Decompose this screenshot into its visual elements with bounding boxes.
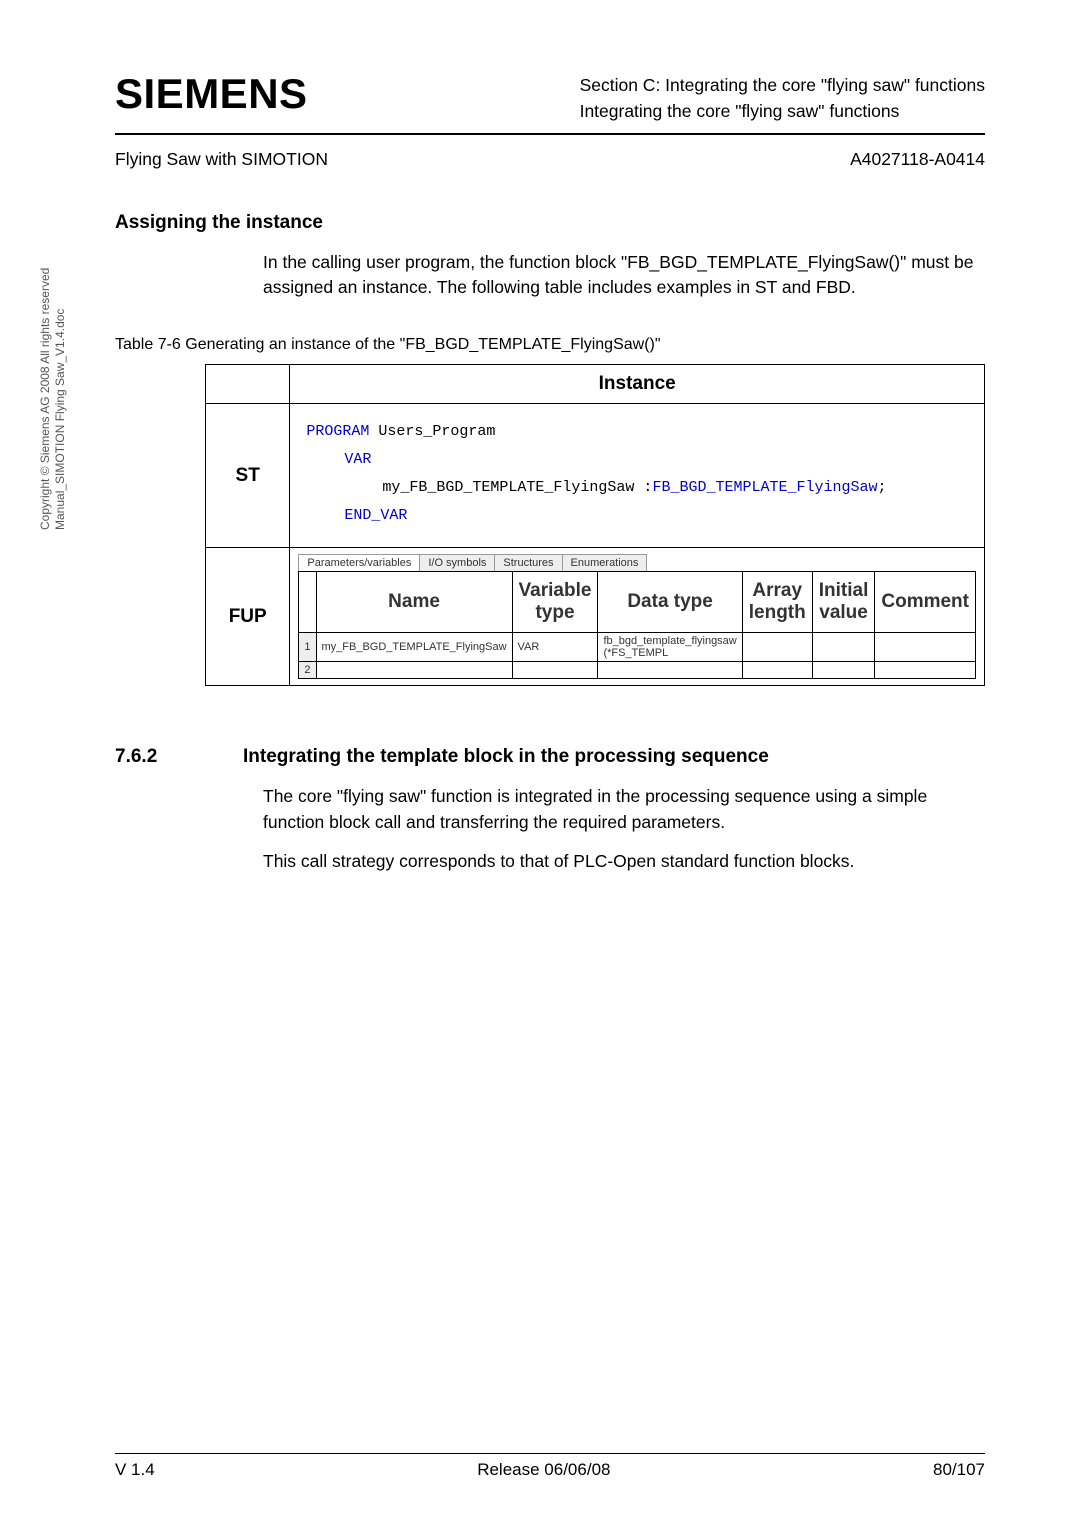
header-line-2: Integrating the core "flying saw" functi…	[580, 98, 985, 124]
subheader: Flying Saw with SIMOTION A4027118-A0414	[115, 149, 985, 170]
instance-table-row-st: ST PROGRAM Users_Program VAR my_FB_BGD_T…	[206, 404, 985, 548]
fup-cell-empty[interactable]	[316, 662, 512, 679]
fup-col-vartype: Variable type	[512, 572, 598, 633]
paragraph-seq-1: The core "flying saw" function is integr…	[263, 784, 985, 835]
side-copyright: Copyright © Siemens AG 2008 All rights r…	[38, 268, 68, 530]
footer-page: 80/107	[933, 1460, 985, 1480]
fup-tab-enumerations[interactable]: Enumerations	[562, 554, 648, 571]
footer-line: V 1.4 Release 06/06/08 80/107	[115, 1454, 985, 1480]
row-content-fup: Parameters/variables I/O symbols Structu…	[290, 548, 985, 686]
heading-assigning-instance: Assigning the instance	[115, 212, 985, 234]
fup-cell-name[interactable]: my_FB_BGD_TEMPLATE_FlyingSaw	[316, 633, 512, 662]
instance-table: Instance ST PROGRAM Users_Program VAR my…	[205, 364, 985, 686]
instance-table-header-instance: Instance	[290, 365, 985, 404]
instance-table-header-blank	[206, 365, 290, 404]
footer: V 1.4 Release 06/06/08 80/107	[115, 1453, 985, 1480]
footer-release: Release 06/06/08	[477, 1460, 610, 1480]
footer-version: V 1.4	[115, 1460, 155, 1480]
side-line-1: Copyright © Siemens AG 2008 All rights r…	[38, 268, 52, 530]
fup-cell-empty[interactable]	[512, 662, 598, 679]
header-right: Section C: Integrating the core "flying …	[580, 70, 985, 125]
fup-col-name: Name	[316, 572, 512, 633]
fup-grid-row-2: 2	[299, 662, 976, 679]
section-7-6-2: 7.6.2 Integrating the template block in …	[115, 746, 985, 768]
fup-cell-empty[interactable]	[598, 662, 742, 679]
instance-table-header-row: Instance	[206, 365, 985, 404]
subheader-right: A4027118-A0414	[850, 149, 985, 170]
fup-cell-arraylen[interactable]	[742, 633, 812, 662]
st-line-3: my_FB_BGD_TEMPLATE_FlyingSaw :FB_BGD_TEM…	[306, 474, 968, 502]
fup-rownum-2: 2	[299, 662, 316, 679]
fup-cell-initval[interactable]	[812, 633, 875, 662]
row-content-st: PROGRAM Users_Program VAR my_FB_BGD_TEMP…	[290, 404, 985, 548]
brand-logo: SIEMENS	[115, 70, 308, 118]
fup-cell-empty[interactable]	[742, 662, 812, 679]
st-line-1: PROGRAM Users_Program	[306, 423, 495, 440]
fup-panel: Parameters/variables I/O symbols Structu…	[298, 554, 976, 679]
fup-grid-header: Name Variable type Data type Array lengt…	[299, 572, 976, 633]
header-line-1: Section C: Integrating the core "flying …	[580, 72, 985, 98]
row-label-fup: FUP	[206, 548, 290, 686]
fup-tab-parameters[interactable]: Parameters/variables	[298, 554, 420, 571]
subheader-left: Flying Saw with SIMOTION	[115, 149, 328, 170]
paragraph-seq-2: This call strategy corresponds to that o…	[263, 849, 985, 874]
fup-grid: Name Variable type Data type Array lengt…	[298, 571, 976, 679]
st-line-2: VAR	[306, 446, 968, 474]
section-number: 7.6.2	[115, 746, 203, 768]
row-label-st: ST	[206, 404, 290, 548]
header-rule	[115, 133, 985, 135]
side-line-2: Manual_SIMOTION Flying Saw_V1.4.doc	[53, 309, 67, 530]
fup-tab-io-symbols[interactable]: I/O symbols	[419, 554, 495, 571]
fup-cell-comment[interactable]	[875, 633, 976, 662]
fup-rownum-1: 1	[299, 633, 316, 662]
fup-col-arraylen: Array length	[742, 572, 812, 633]
fup-tab-structures[interactable]: Structures	[494, 554, 562, 571]
section-title: Integrating the template block in the pr…	[243, 746, 769, 768]
table-caption: Table 7-6 Generating an instance of the …	[115, 336, 985, 354]
fup-cell-empty[interactable]	[812, 662, 875, 679]
st-code-block: PROGRAM Users_Program VAR my_FB_BGD_TEMP…	[306, 418, 968, 529]
st-line-4: END_VAR	[306, 502, 968, 530]
fup-tabs: Parameters/variables I/O symbols Structu…	[298, 554, 976, 571]
paragraph-assign: In the calling user program, the functio…	[263, 250, 985, 301]
fup-grid-row-1: 1 my_FB_BGD_TEMPLATE_FlyingSaw VAR fb_bg…	[299, 633, 976, 662]
instance-table-row-fup: FUP Parameters/variables I/O symbols Str…	[206, 548, 985, 686]
fup-cell-vartype[interactable]: VAR	[512, 633, 598, 662]
fup-col-comment: Comment	[875, 572, 976, 633]
fup-col-blank	[299, 572, 316, 633]
page: Copyright © Siemens AG 2008 All rights r…	[0, 0, 1080, 1528]
fup-cell-datatype[interactable]: fb_bgd_template_flyingsaw (*FS_TEMPL	[598, 633, 742, 662]
fup-col-initval: Initial value	[812, 572, 875, 633]
fup-cell-empty[interactable]	[875, 662, 976, 679]
header: SIEMENS Section C: Integrating the core …	[115, 70, 985, 125]
fup-col-datatype: Data type	[598, 572, 742, 633]
